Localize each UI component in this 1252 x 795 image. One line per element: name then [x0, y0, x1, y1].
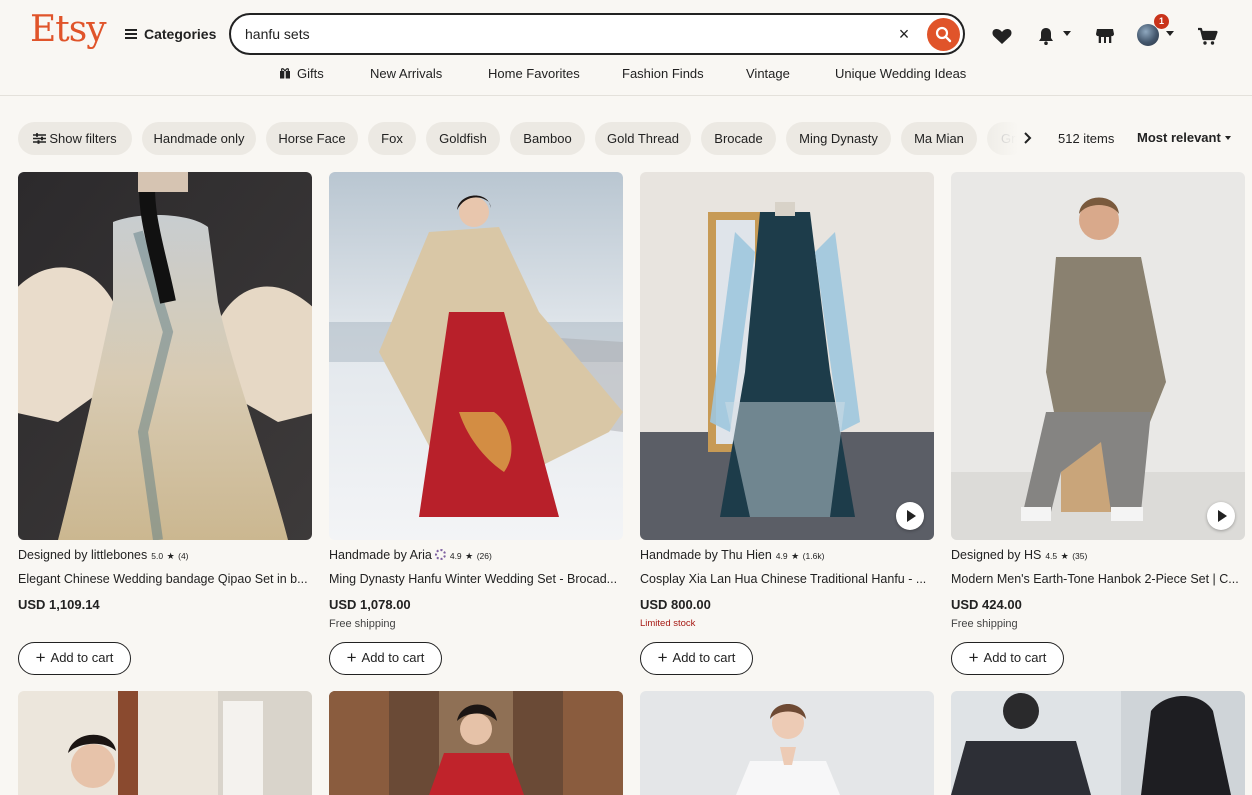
avatar[interactable] [1137, 24, 1159, 46]
search-input[interactable] [245, 23, 865, 45]
header: Etsy Categories × 1 [0, 0, 1252, 96]
seller-line: Designed by littlebones 5.0 ★ (4) [18, 548, 189, 562]
chip-ming-dynasty[interactable]: Ming Dynasty [786, 122, 891, 155]
bell-icon[interactable] [1034, 24, 1058, 48]
chip-ma-mian[interactable]: Ma Mian [901, 122, 977, 155]
seller-name[interactable]: Handmade by Aria [329, 548, 432, 562]
plus-icon: + [35, 648, 46, 667]
product-image[interactable] [18, 172, 312, 540]
chip-goldfish[interactable]: Goldfish [426, 122, 500, 155]
product-image[interactable] [640, 691, 934, 795]
notification-badge: 1 [1154, 14, 1169, 29]
add-to-cart-button[interactable]: + Add to cart [329, 642, 442, 675]
etsy-logo[interactable]: Etsy [30, 9, 107, 50]
play-icon[interactable] [896, 502, 924, 530]
shop-icon[interactable] [1093, 24, 1117, 48]
chip-horse-face[interactable]: Horse Face [266, 122, 358, 155]
gift-icon [280, 68, 290, 79]
categories-label: Categories [144, 26, 217, 42]
rating-value: 4.5 [1045, 551, 1058, 561]
nav-unique-wedding-ideas[interactable]: Unique Wedding Ideas [835, 66, 966, 84]
product-title[interactable]: Ming Dynasty Hanfu Winter Wedding Set - … [329, 572, 623, 586]
product-image[interactable] [951, 172, 1245, 540]
show-filters-button[interactable]: Show filters [18, 122, 132, 155]
review-count: (4) [178, 551, 189, 561]
star-icon: ★ [166, 551, 175, 561]
product-image[interactable] [329, 691, 623, 795]
nav-fashion-finds[interactable]: Fashion Finds [622, 66, 704, 84]
star-icon: ★ [465, 551, 474, 561]
cart-icon[interactable] [1196, 24, 1220, 48]
seller-line: Handmade by Aria 4.9 ★ (26) [329, 548, 492, 562]
nav-new-arrivals[interactable]: New Arrivals [370, 66, 442, 84]
nav-gifts-label: Gifts [297, 66, 324, 81]
plus-icon: + [346, 648, 357, 667]
plus-icon: + [657, 648, 668, 667]
show-filters-label: Show filters [49, 131, 117, 146]
search-icon [935, 26, 952, 43]
product-title[interactable]: Elegant Chinese Wedding bandage Qipao Se… [18, 572, 312, 586]
product-image[interactable] [640, 172, 934, 540]
add-to-cart-label: Add to cart [361, 650, 425, 665]
product-price: USD 800.00 [640, 597, 711, 612]
rating-value: 5.0 [151, 551, 164, 561]
nav-gifts[interactable]: Gifts [279, 66, 324, 84]
seller-name[interactable]: Designed by littlebones [18, 548, 147, 562]
plus-icon: + [968, 648, 979, 667]
seller-name[interactable]: Handmade by Thu Hien [640, 548, 772, 562]
chip-handmade-only[interactable]: Handmade only [142, 122, 256, 155]
seller-name[interactable]: Designed by HS [951, 548, 1041, 562]
sort-label: Most relevant [1137, 130, 1221, 145]
chip-fox[interactable]: Fox [368, 122, 416, 155]
limited-stock-label: Limited stock [640, 618, 696, 629]
sort-dropdown[interactable]: Most relevant [1137, 130, 1231, 145]
filter-icon [33, 133, 47, 144]
add-to-cart-label: Add to cart [50, 650, 114, 665]
close-icon[interactable]: × [891, 21, 917, 47]
product-price: USD 1,078.00 [329, 597, 411, 612]
item-count: 512 items [1058, 131, 1115, 146]
search-bar: × [229, 13, 965, 55]
chevron-right-icon[interactable] [1020, 131, 1034, 145]
chevron-down-icon[interactable] [1166, 31, 1174, 36]
product-price: USD 1,109.14 [18, 597, 100, 612]
product-image[interactable] [951, 691, 1245, 795]
play-icon[interactable] [1207, 502, 1235, 530]
chip-gold-thread[interactable]: Gold Thread [595, 122, 691, 155]
review-count: (1.6k) [802, 551, 825, 561]
product-title[interactable]: Modern Men's Earth-Tone Hanbok 2-Piece S… [951, 572, 1245, 586]
product-title[interactable]: Cosplay Xia Lan Hua Chinese Traditional … [640, 572, 934, 586]
rating-value: 4.9 [775, 551, 788, 561]
free-shipping-label: Free shipping [951, 618, 1018, 630]
product-image[interactable] [329, 172, 623, 540]
star-icon: ★ [1060, 551, 1069, 561]
search-button[interactable] [927, 18, 960, 51]
rating-value: 4.9 [449, 551, 462, 561]
add-to-cart-label: Add to cart [672, 650, 736, 665]
review-count: (26) [476, 551, 492, 561]
add-to-cart-button[interactable]: + Add to cart [951, 642, 1064, 675]
chip-brocade[interactable]: Brocade [701, 122, 776, 155]
product-price: USD 424.00 [951, 597, 1022, 612]
seller-line: Handmade by Thu Hien 4.9 ★ (1.6k) [640, 548, 824, 562]
nav-home-favorites[interactable]: Home Favorites [488, 66, 580, 84]
menu-icon [125, 29, 137, 39]
star-seller-icon [434, 549, 446, 560]
heart-icon[interactable] [990, 24, 1014, 48]
chevron-down-icon[interactable] [1063, 31, 1071, 36]
review-count: (35) [1072, 551, 1088, 561]
free-shipping-label: Free shipping [329, 618, 396, 630]
add-to-cart-button[interactable]: + Add to cart [640, 642, 753, 675]
categories-button[interactable]: Categories [125, 24, 216, 44]
chip-bamboo[interactable]: Bamboo [510, 122, 585, 155]
add-to-cart-label: Add to cart [983, 650, 1047, 665]
seller-line: Designed by HS 4.5 ★ (35) [951, 548, 1087, 562]
nav-vintage[interactable]: Vintage [746, 66, 790, 84]
star-icon: ★ [791, 551, 800, 561]
product-image[interactable] [18, 691, 312, 795]
add-to-cart-button[interactable]: + Add to cart [18, 642, 131, 675]
chevron-down-icon [1224, 136, 1231, 140]
